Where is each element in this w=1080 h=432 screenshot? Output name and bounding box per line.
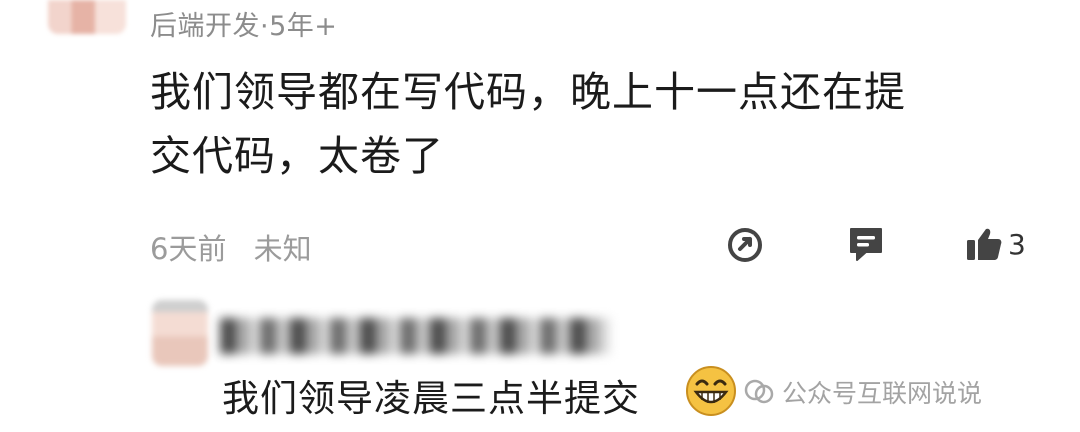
author-tagline[interactable]: 后端开发·5年+	[150, 4, 337, 43]
share-button[interactable]	[726, 222, 766, 266]
wechat-official-account-icon	[744, 379, 774, 404]
comment-text-line-1: 我们领导都在写代码，晚上十一点还在提	[150, 68, 906, 116]
grinning-face-emoji-icon	[686, 366, 736, 416]
reply-item: 我们领导凌晨三点半提交 公众号互联网说说	[0, 300, 1080, 432]
reply-author-masked[interactable]	[220, 318, 610, 354]
comment-text: 我们领导都在写代码，晚上十一点还在提 交代码，太卷了	[150, 60, 1030, 188]
comment-actions: 3	[0, 222, 1080, 266]
thumbs-up-icon	[967, 228, 1002, 260]
like-button[interactable]: 3	[964, 222, 1026, 266]
watermark: 公众号互联网说说	[744, 374, 982, 410]
author-avatar[interactable]	[48, 0, 126, 34]
reply-text: 我们领导凌晨三点半提交	[222, 377, 640, 420]
reply-button[interactable]	[846, 222, 886, 266]
share-icon	[728, 228, 762, 262]
like-count: 3	[1008, 227, 1026, 261]
comment-icon	[850, 228, 882, 261]
comment-text-line-2: 交代码，太卷了	[150, 132, 444, 180]
watermark-text: 公众号互联网说说	[782, 379, 983, 408]
reply-avatar[interactable]	[152, 300, 208, 366]
